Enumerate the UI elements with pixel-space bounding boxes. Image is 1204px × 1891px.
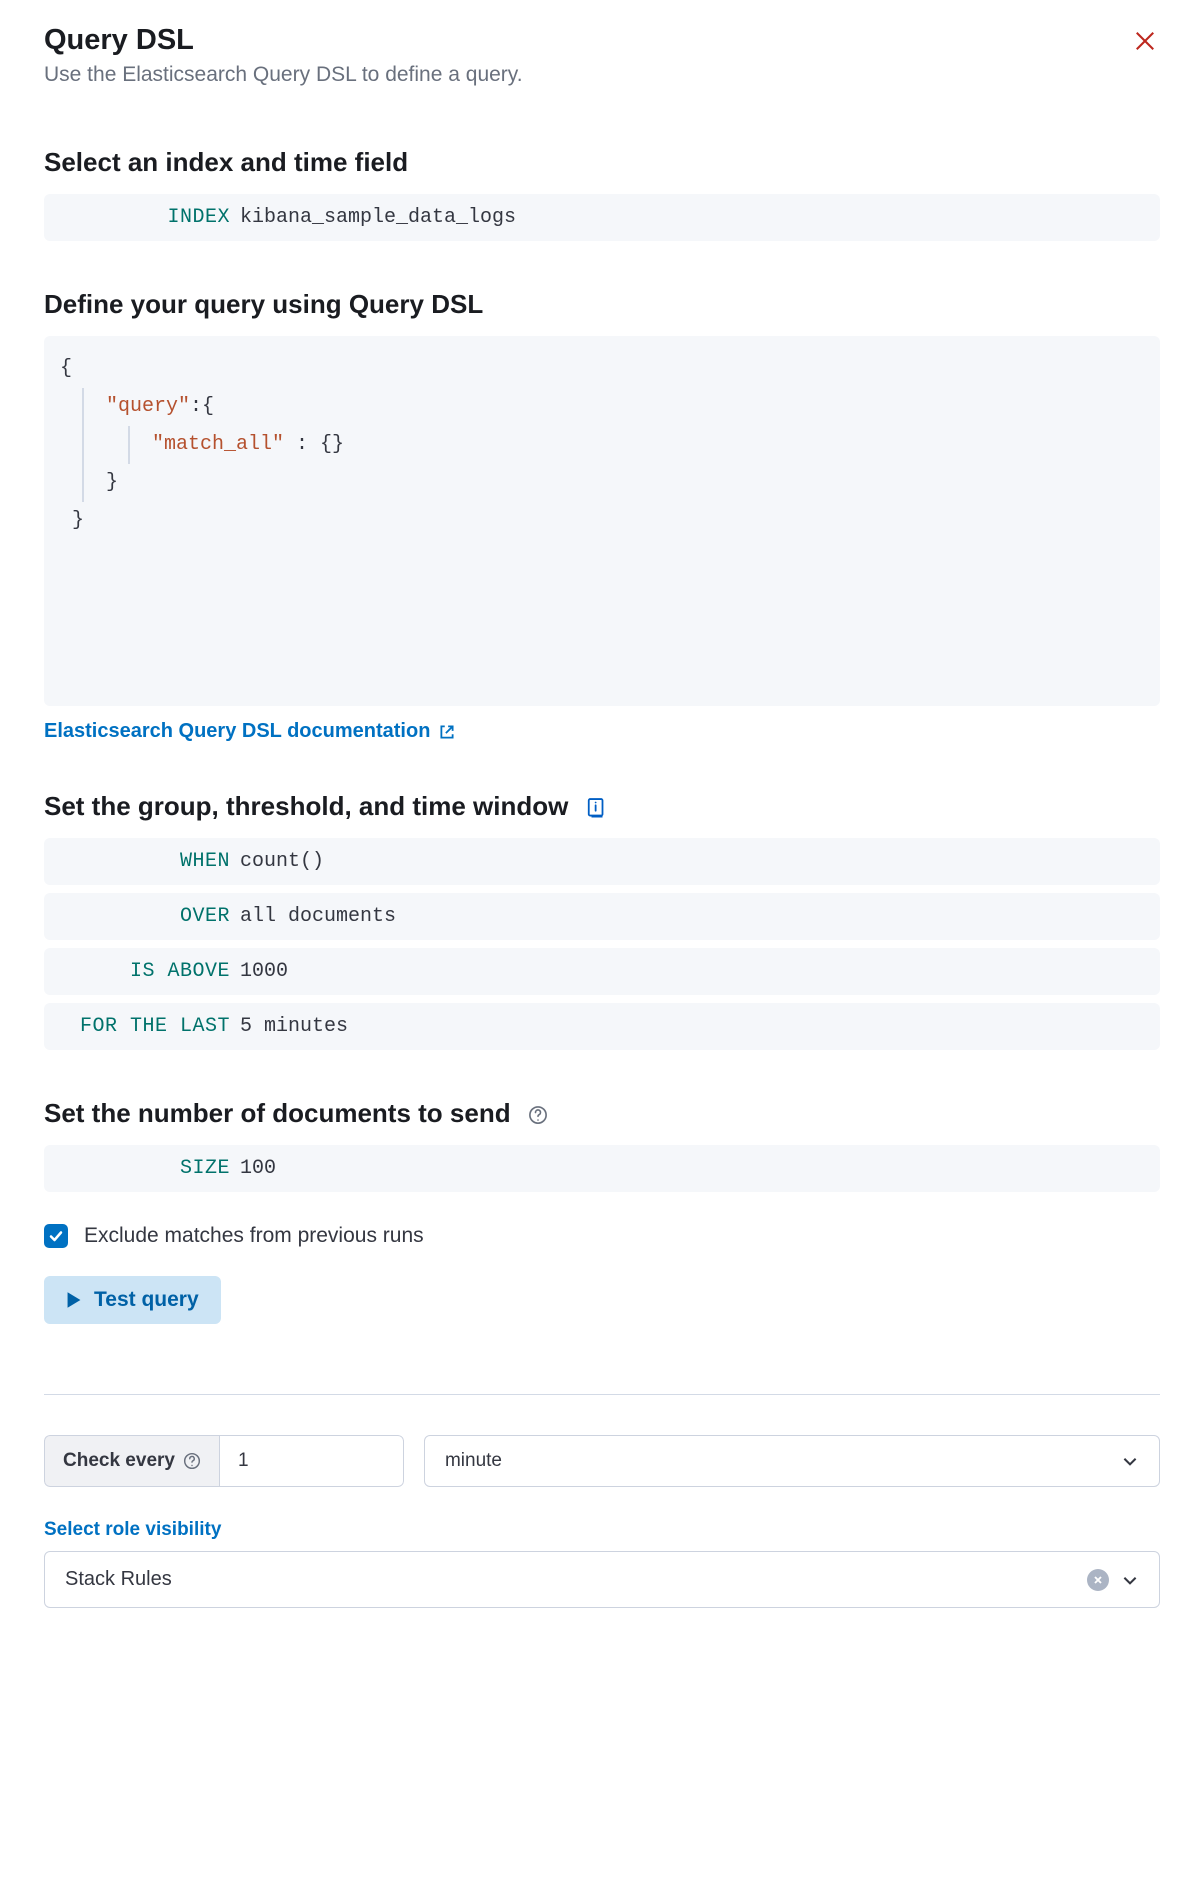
- chevron-down-icon: [1121, 1452, 1139, 1470]
- over-key: OVER: [60, 905, 230, 928]
- help-icon[interactable]: [183, 1452, 201, 1470]
- forlast-key: FOR THE LAST: [60, 1015, 230, 1038]
- test-query-label: Test query: [94, 1288, 199, 1312]
- role-visibility-label[interactable]: Select role visibility: [44, 1519, 1160, 1541]
- exclude-label: Exclude matches from previous runs: [84, 1224, 424, 1248]
- index-expression[interactable]: INDEX kibana_sample_data_logs: [44, 194, 1160, 241]
- section-threshold-text: Set the group, threshold, and time windo…: [44, 791, 568, 821]
- role-visibility-select[interactable]: Stack Rules: [44, 1551, 1160, 1608]
- over-expression[interactable]: OVER all documents: [44, 893, 1160, 940]
- index-value: kibana_sample_data_logs: [240, 206, 516, 229]
- above-key: IS ABOVE: [60, 960, 230, 983]
- code-matchall-key: "match_all": [152, 433, 284, 456]
- section-query-title: Define your query using Query DSL: [44, 289, 1160, 320]
- divider: [44, 1394, 1160, 1395]
- code-query-key: "query": [106, 395, 190, 418]
- query-code-editor[interactable]: {"query":{"match_all" : {}} }: [44, 336, 1160, 706]
- role-visibility-value: Stack Rules: [65, 1568, 172, 1591]
- chevron-down-icon: [1121, 1571, 1139, 1589]
- play-icon: [66, 1291, 82, 1309]
- forlast-expression[interactable]: FOR THE LAST 5 minutes: [44, 1003, 1160, 1050]
- help-icon[interactable]: [528, 1105, 548, 1125]
- section-index-title: Select an index and time field: [44, 147, 1160, 178]
- section-threshold-title: Set the group, threshold, and time windo…: [44, 791, 1160, 822]
- test-query-button[interactable]: Test query: [44, 1276, 221, 1324]
- page-subtitle: Use the Elasticsearch Query DSL to defin…: [44, 63, 523, 87]
- check-every-text: Check every: [63, 1450, 175, 1472]
- check-every-input[interactable]: [219, 1435, 404, 1487]
- over-value: all documents: [240, 905, 396, 928]
- clear-icon[interactable]: [1087, 1569, 1109, 1591]
- above-expression[interactable]: IS ABOVE 1000: [44, 948, 1160, 995]
- page-title: Query DSL: [44, 24, 523, 57]
- doc-link[interactable]: Elasticsearch Query DSL documentation: [44, 720, 456, 743]
- check-every-unit-select[interactable]: minute: [424, 1435, 1160, 1487]
- external-link-icon: [438, 723, 456, 741]
- forlast-value: 5 minutes: [240, 1015, 348, 1038]
- size-value: 100: [240, 1157, 276, 1180]
- section-size-text: Set the number of documents to send: [44, 1098, 511, 1128]
- size-expression[interactable]: SIZE 100: [44, 1145, 1160, 1192]
- when-expression[interactable]: WHEN count(): [44, 838, 1160, 885]
- doc-link-text: Elasticsearch Query DSL documentation: [44, 720, 430, 743]
- index-key: INDEX: [60, 206, 230, 229]
- check-every-unit-value: minute: [445, 1450, 502, 1472]
- section-size-title: Set the number of documents to send: [44, 1098, 1160, 1129]
- when-value: count(): [240, 850, 324, 873]
- when-key: WHEN: [60, 850, 230, 873]
- check-every-label: Check every: [44, 1435, 219, 1487]
- exclude-checkbox[interactable]: [44, 1224, 68, 1248]
- above-value: 1000: [240, 960, 288, 983]
- close-icon[interactable]: [1130, 24, 1160, 63]
- size-key: SIZE: [60, 1157, 230, 1180]
- info-icon[interactable]: [586, 797, 608, 819]
